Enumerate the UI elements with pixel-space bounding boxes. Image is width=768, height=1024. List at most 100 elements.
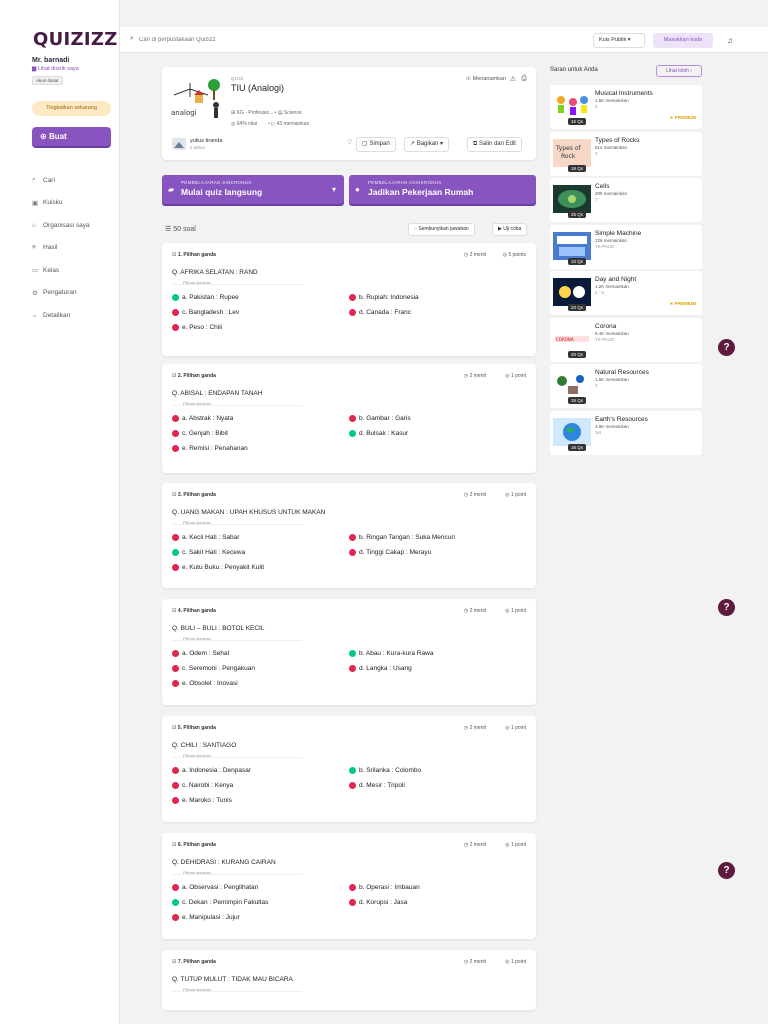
sidebar-item-kelas[interactable]: ▭ Kelas — [32, 259, 90, 282]
question-text: Q. DEHIDRASI : KURANG CAIRAN — [172, 859, 276, 866]
recommendation-card[interactable]: Types of Rock 18 Qs Types of Rocks 814 memai… — [550, 131, 702, 176]
recommendation-card[interactable]: 15 Qs Natural Resources 1.5K memainkan 2 — [550, 364, 702, 408]
bell-icon[interactable]: ♫ — [723, 33, 737, 48]
try-quiz-button[interactable]: ▶ Uji coba — [492, 223, 528, 236]
answer-option: d. Canada : Franc — [349, 309, 411, 316]
embed-button[interactable]: ‹/› Menanamkan — [466, 76, 506, 82]
question-points: ◎ 1 point — [505, 959, 526, 965]
assign-homework-button[interactable]: ● PEMBELAJARAN ASINKRONUS Jadikan Pekerj… — [349, 175, 536, 204]
answer-option: b. Gambar : Garis — [349, 415, 411, 422]
recommendation-card[interactable]: 15 Qs Musical Instruments 1.5K memainkan 4 ★… — [550, 85, 702, 129]
quiz-grade-subject: ⊞ KG - Professio... • ▤ Science — [231, 110, 302, 116]
answer-option: c. Bangladesh : Lev — [172, 309, 239, 316]
correct-indicator-icon — [349, 767, 356, 774]
quizizz-logo[interactable]: QUIZIZZ — [33, 29, 118, 50]
incorrect-indicator-icon — [172, 430, 179, 437]
answer-option: e. Maroko : Tunis — [172, 797, 232, 804]
recommendation-plays: 226 memainkan — [595, 237, 628, 243]
answer-option: e. Remisi : Penahanan — [172, 445, 248, 452]
search-icon: ⌕ — [130, 35, 134, 42]
incorrect-indicator-icon — [172, 767, 179, 774]
sidebar-item-cari[interactable]: ⌕ Cari — [32, 169, 90, 192]
help-icon[interactable]: ? — [718, 599, 735, 616]
sidebar-item-hasil[interactable]: ≡ Hasil — [32, 237, 90, 260]
search-input[interactable] — [139, 32, 439, 47]
quiz-thumbnail — [553, 185, 591, 213]
answer-option: a. Kecil Hati : Sabar — [172, 534, 239, 541]
recommendation-grade: 2 — [595, 383, 598, 388]
recommendation-card[interactable]: 25 Qs Cells 205 memainkan 7 — [550, 178, 702, 222]
recommendation-grade: 7 — [595, 197, 598, 202]
print-icon[interactable]: ⎙ — [521, 75, 527, 83]
recommendation-title: Simple Machine — [595, 229, 642, 237]
incorrect-indicator-icon — [349, 884, 356, 891]
user-name: Mr. barnadi — [32, 57, 70, 64]
question-type: ☑ 2. Pilihan ganda — [172, 373, 216, 379]
svg-text:Types of: Types of — [555, 145, 581, 152]
quiz-thumbnail — [553, 371, 591, 399]
sidebar-item-detailkan[interactable]: ⌄ Detailkan — [32, 304, 90, 327]
settings-icon: ⚙ — [32, 289, 38, 297]
question-points: ◎ 1 point — [505, 725, 526, 731]
answer-option: a. Pakistan : Rupee — [172, 294, 239, 301]
sidebar-item-kuisku[interactable]: ▣ Kuisku — [32, 192, 90, 215]
answer-option: e. Peso : Chili — [172, 324, 222, 331]
view-district-link[interactable]: ▆ Lihat distrik saya — [32, 66, 79, 72]
recommendation-grade: 1st — [595, 429, 602, 435]
save-button[interactable]: ▢ Simpan — [356, 137, 396, 152]
copy-edit-button[interactable]: ⧉ Salin dan Edit — [467, 137, 522, 152]
premium-badge: ★ PREMIUM — [669, 301, 696, 306]
recommendation-title: Natural Resources — [595, 369, 649, 376]
incorrect-indicator-icon — [349, 415, 356, 422]
recommendation-card[interactable]: 20 Qs Day and Night 1.2K memainkan 2 - 5 ★ P… — [550, 271, 702, 315]
recommendation-plays: 3.9K memainkan — [595, 423, 629, 429]
enter-code-button[interactable]: Masukkan kode — [653, 33, 713, 48]
recommendation-title: Corona — [595, 322, 617, 330]
recommendation-card[interactable]: CORONA 20 Qs Corona 6.4K memainkan TK-PAUD — [550, 317, 702, 362]
recommendation-card[interactable]: 16 Qs Earth's Resources 3.9K memainkan 1st — [550, 410, 702, 455]
sidebar-nav: ⌕ Cari ▣ Kuisku ⌂ Organisasi saya ≡ Hasil ▭ K… — [32, 169, 90, 327]
recommendation-grade: 2 — [595, 150, 598, 156]
incorrect-indicator-icon — [349, 899, 356, 906]
incorrect-indicator-icon — [172, 309, 179, 316]
divider — [172, 405, 302, 406]
sidebar-item-pengaturan[interactable]: ⚙ Pengaturan — [32, 282, 90, 305]
recommendation-plays: 1.5K memainkan — [595, 98, 629, 103]
answer-option: c. Genjah : Bibit — [172, 430, 228, 437]
question-points: ◎ 1 point — [505, 608, 526, 614]
start-live-quiz-button[interactable]: ▰ PEMBELAJARAN SINKRONUS Mulai quiz lang… — [162, 175, 344, 204]
share-button[interactable]: ↗ Bagikan ▾ — [404, 137, 450, 152]
report-icon[interactable]: ⚠ — [510, 75, 516, 83]
answer-option: e. Obsolet : Inovasi — [172, 680, 238, 687]
list-icon: ☰ — [165, 226, 174, 233]
share-icon: ↗ — [410, 141, 417, 147]
question-card: ☑ 4. Pilihan ganda ◷ 2 menit ◎ 1 point Q. B… — [162, 599, 536, 705]
recommendation-plays: 814 memainkan — [595, 144, 628, 150]
search-icon: ⌕ — [32, 176, 36, 184]
upgrade-button[interactable]: Tingkatkan sekarang — [32, 101, 111, 116]
author-time: 2 tahun — [190, 145, 206, 150]
question-time: ◷ 2 menit — [463, 608, 486, 614]
create-button[interactable]: ⊕ Buat — [32, 127, 111, 146]
answer-option: a. Odem : Sehat — [172, 650, 229, 657]
hide-answers-button[interactable]: ◌ Sembunyikan jawaban — [408, 223, 475, 236]
incorrect-indicator-icon — [349, 294, 356, 301]
public-quiz-select[interactable]: Kuis Publik ▾ — [593, 33, 645, 48]
premium-badge: ★ PREMIUM — [669, 115, 696, 120]
caret-down-icon[interactable]: ▾ — [332, 185, 336, 194]
help-icon[interactable]: ? — [718, 862, 735, 879]
svg-text:CORONA: CORONA — [556, 337, 574, 342]
question-count-badge: 20 Qs — [568, 350, 587, 358]
recommendation-card[interactable]: 10 Qs Simple Machine 226 memainkan TK-PAUD — [550, 224, 702, 269]
see-more-button[interactable]: Lihat lebih › — [656, 65, 702, 77]
question-type: ☑ 5. Pilihan ganda — [172, 725, 216, 731]
help-icon[interactable]: ? — [718, 339, 735, 356]
answer-option: b. Ringan Tangan : Suka Mencuri — [349, 534, 455, 541]
author-name[interactable]: yulius tiranda — [190, 138, 222, 144]
answer-option: b. Rupiah: Indonesia — [349, 294, 419, 301]
sidebar: QUIZIZZ Mr. barnadi ▆ Lihat distrik saya… — [0, 0, 120, 1024]
recommendation-grade: 2 - 5 — [595, 290, 605, 295]
incorrect-indicator-icon — [172, 665, 179, 672]
sidebar-item-organisasi[interactable]: ⌂ Organisasi saya — [32, 214, 90, 237]
question-text: Q. CHILI : SANTIAGO — [172, 742, 237, 749]
